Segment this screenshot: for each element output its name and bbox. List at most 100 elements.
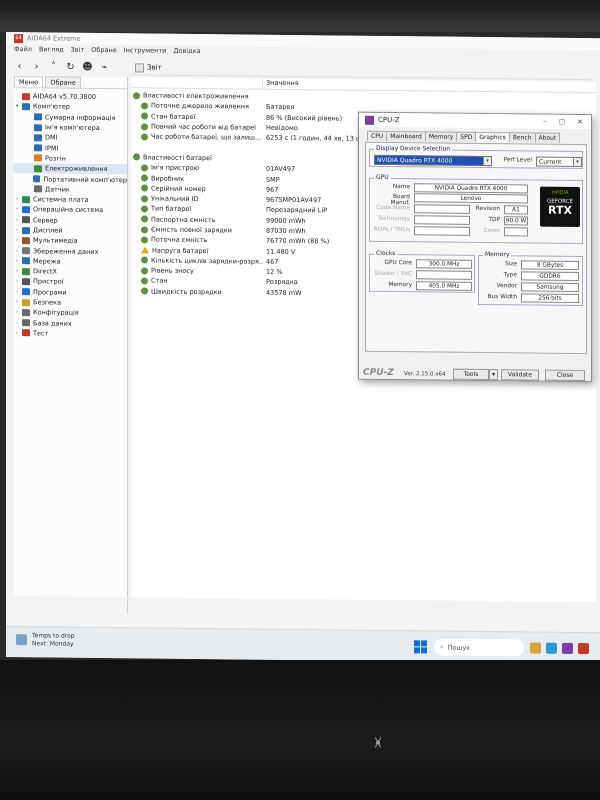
menu-item[interactable]: Обране (91, 46, 116, 54)
cpuz-app-icon (365, 115, 374, 125)
navigation-pane: Меню Обране AIDA64 v5.70.3800 ▾ Комп'ютер С… (14, 76, 128, 598)
tree-node-icon (22, 92, 30, 100)
perf-level-select[interactable]: Current ▾ (536, 156, 582, 168)
tree-node-icon (22, 257, 30, 265)
cpuz-taskbar-icon[interactable] (562, 642, 573, 654)
tab-favorites[interactable]: Обране (45, 76, 81, 88)
battery-property-icon (141, 277, 148, 285)
gpu-core-value: 300.0 MHz (416, 259, 472, 269)
property-name: Властивості електроживлення (143, 91, 249, 101)
file-explorer-icon[interactable] (530, 642, 541, 654)
battery-property-icon (141, 164, 148, 172)
menu-item[interactable]: Довідка (173, 47, 200, 55)
aida-app-icon: 64 (14, 33, 23, 43)
property-name: Рівень зносу (151, 266, 194, 276)
tree-node-icon (22, 206, 30, 214)
tree-item[interactable]: › Тест (14, 328, 127, 339)
close-button[interactable]: Close (545, 369, 585, 382)
cpuz-footer: CPU-Z Ver. 2.15.0.x64 Tools ▾ Validate C… (359, 368, 593, 382)
forward-arrow-icon[interactable]: › (31, 61, 42, 72)
menubar: Файл Вигляд Звіт Обране Інструменти Довідка (14, 45, 201, 55)
property-value: 87030 mWh (266, 226, 306, 236)
column-value-header[interactable]: Значення (263, 79, 299, 89)
property-field: Час роботи батареї, що залиш... (131, 133, 263, 142)
menu-item[interactable]: Інструменти (124, 46, 167, 54)
maximize-icon[interactable]: ▢ (559, 118, 566, 126)
tree-item-label: Системна плата (33, 195, 89, 204)
tree-item-label: DirectX (33, 267, 57, 276)
cpuz-tab[interactable]: Mainboard (386, 130, 426, 142)
revision-label: Revision (475, 205, 500, 213)
bus-width-label: Bus Width (487, 294, 517, 301)
tree-node-icon (34, 144, 42, 152)
property-name: Виробник (151, 174, 185, 183)
property-name: Паспортна ємність (151, 215, 216, 224)
tab-menu[interactable]: Меню (14, 76, 44, 88)
clocks-group: Clocks GPU Core 300.0 MHz Shader / SoC M… (369, 249, 475, 293)
perf-level-label: Perf Level (503, 157, 532, 164)
minimize-icon[interactable]: – (543, 118, 547, 126)
search-placeholder: Пошук (447, 643, 471, 652)
display-device-legend: Display Device Selection (374, 144, 453, 153)
property-field: Швидкість розрядки (131, 287, 263, 296)
tree-item-label: Мережа (33, 257, 61, 266)
property-field: Властивості електроживлення (131, 91, 263, 101)
vendor-label: Vendor (496, 283, 517, 290)
property-name: Швидкість розрядки (151, 287, 222, 297)
users-icon[interactable]: ☻ (82, 61, 93, 72)
battery-property-icon (141, 112, 148, 120)
tools-button[interactable]: Tools (453, 368, 489, 381)
cpuz-tab[interactable]: Graphics (475, 131, 510, 143)
refresh-icon[interactable]: ↻ (65, 61, 76, 72)
edge-browser-icon[interactable] (546, 642, 557, 654)
tools-dropdown-icon[interactable]: ▾ (489, 369, 498, 381)
weather-icon[interactable] (16, 634, 27, 646)
nvidia-logo-text: nVIDIA (551, 189, 569, 196)
cpuz-tab[interactable]: About (534, 132, 561, 143)
clocks-legend: Clocks (374, 249, 398, 258)
cpuz-tab[interactable]: CPU (367, 130, 388, 141)
menu-item[interactable]: Вигляд (39, 45, 64, 53)
up-arrow-icon[interactable]: ˄ (48, 61, 59, 72)
property-name: Ємність повної зарядки (151, 225, 233, 235)
tree-node-icon (22, 247, 30, 255)
property-field: Ємність повної зарядки (131, 225, 263, 234)
start-button[interactable] (414, 640, 427, 654)
taskbar-search[interactable]: ⌕ Пошук (434, 638, 524, 657)
cpuz-tab[interactable]: SPD (456, 131, 477, 142)
cpuz-tab[interactable]: Bench (508, 132, 536, 143)
back-arrow-icon[interactable]: ‹ (14, 61, 25, 72)
battery-property-icon (141, 236, 148, 244)
weather-widget[interactable]: Temps to drop Next: Monday (32, 632, 75, 648)
device-select[interactable]: NVIDIA Quadro RTX 4000 ▾ (374, 154, 492, 167)
close-icon[interactable]: ✕ (577, 118, 583, 126)
property-field: Виробник (131, 174, 263, 183)
tree-node-icon (22, 319, 30, 327)
column-field-header[interactable] (131, 77, 263, 89)
validate-button[interactable]: Validate (501, 369, 539, 381)
property-value: 6253 с (1 годин, 44 хв, 13 с) (266, 134, 363, 144)
menu-item[interactable]: Файл (14, 45, 32, 53)
chart-icon[interactable]: ⌁ (99, 61, 110, 72)
battery-property-icon (141, 133, 148, 141)
cpuz-tab[interactable]: Memory (424, 131, 458, 142)
graphics-tab-panel: Display Device Selection NVIDIA Quadro R… (365, 141, 587, 355)
menu-item[interactable]: Звіт (71, 46, 85, 54)
battery-property-icon (133, 153, 140, 161)
perf-level-value: Current (539, 158, 562, 166)
type-value: GDDR6 (521, 271, 579, 282)
cores-value (504, 227, 528, 237)
device-select-value: NVIDIA Quadro RTX 4000 (377, 156, 453, 165)
aida-taskbar-icon[interactable] (578, 642, 589, 655)
report-icon[interactable] (135, 62, 144, 72)
board-manuf-value: Lenovo (414, 193, 528, 204)
report-button[interactable]: Звіт (147, 63, 162, 71)
warning-icon (141, 246, 149, 254)
memory-legend: Memory (483, 250, 512, 259)
rops-label: ROPs / TMUs (373, 226, 410, 234)
tree-item-label: Комп'ютер (33, 102, 70, 112)
property-value: Розрядка (266, 278, 298, 287)
laptop-logo-icon: ᚸ (375, 738, 381, 749)
battery-property-icon (141, 195, 148, 203)
tree-node-icon (22, 309, 30, 317)
